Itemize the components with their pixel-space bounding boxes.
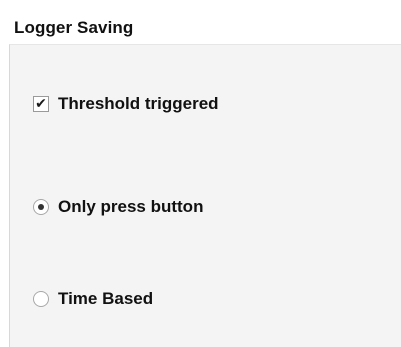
only-press-button-label[interactable]: Only press button: [58, 197, 203, 217]
checkmark-icon: ✔: [35, 96, 47, 112]
threshold-triggered-option[interactable]: ✔ Threshold triggered: [33, 94, 219, 114]
threshold-triggered-checkbox[interactable]: ✔: [33, 96, 49, 112]
only-press-button-radio[interactable]: [33, 199, 49, 215]
logger-saving-panel: Logger Saving ✔ Threshold triggered Only…: [0, 0, 401, 347]
panel-title: Logger Saving: [14, 18, 134, 37]
options-group-box: ✔ Threshold triggered Only press button …: [9, 44, 401, 347]
threshold-triggered-label[interactable]: Threshold triggered: [58, 94, 219, 114]
only-press-button-option[interactable]: Only press button: [33, 197, 203, 217]
time-based-option[interactable]: Time Based: [33, 289, 153, 309]
time-based-radio[interactable]: [33, 291, 49, 307]
time-based-label[interactable]: Time Based: [58, 289, 153, 309]
